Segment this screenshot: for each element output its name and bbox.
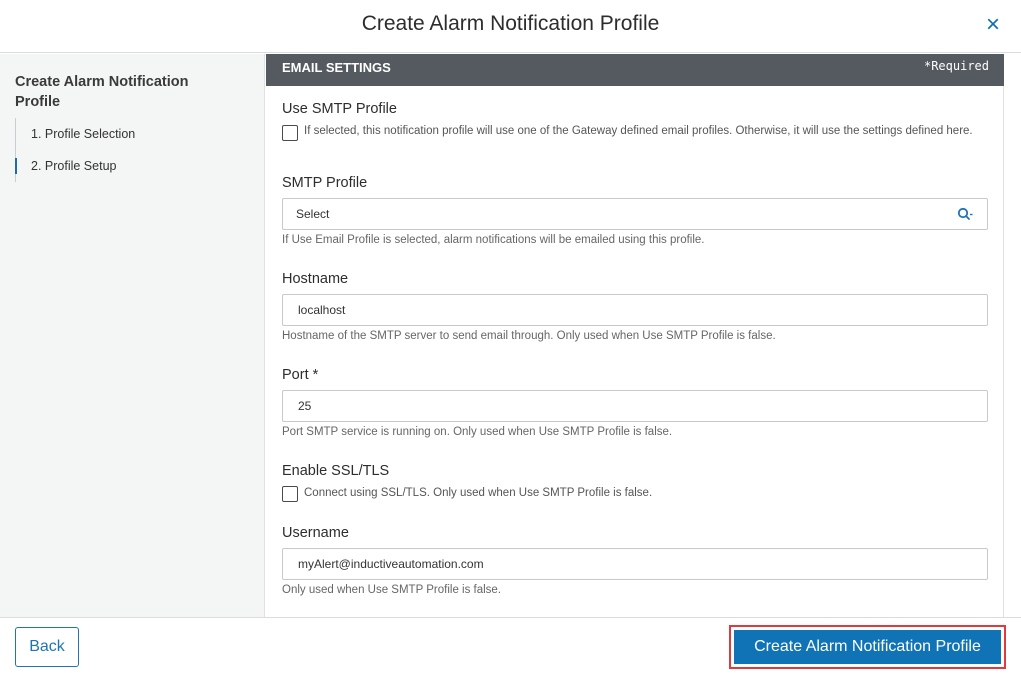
smtp-profile-value: Select: [296, 207, 330, 221]
username-input[interactable]: myAlert@inductiveautomation.com: [282, 548, 988, 580]
port-input[interactable]: 25: [282, 390, 988, 422]
search-icon[interactable]: [957, 207, 973, 221]
use-smtp-profile-label: Use SMTP Profile: [282, 101, 397, 117]
email-settings-form: Use SMTP Profile If selected, this notif…: [266, 86, 1004, 617]
port-label: Port *: [282, 367, 319, 383]
modal-footer: Back Create Alarm Notification Profile: [0, 617, 1021, 673]
smtp-profile-select[interactable]: Select: [282, 198, 988, 230]
step-profile-setup[interactable]: 2. Profile Setup: [15, 150, 245, 182]
back-button[interactable]: Back: [15, 627, 79, 667]
enable-ssl-description: Connect using SSL/TLS. Only used when Us…: [304, 487, 653, 499]
username-label: Username: [282, 525, 349, 541]
hostname-label: Hostname: [282, 271, 349, 287]
enable-ssl-checkbox[interactable]: [282, 486, 298, 502]
sidebar-title: Create Alarm Notification Profile: [15, 74, 189, 110]
step-profile-selection[interactable]: 1. Profile Selection: [16, 118, 245, 150]
use-smtp-profile-description: If selected, this notification profile w…: [304, 125, 973, 137]
smtp-profile-label: SMTP Profile: [282, 175, 368, 191]
port-help: Port SMTP service is running on. Only us…: [282, 426, 673, 438]
hostname-help: Hostname of the SMTP server to send emai…: [282, 330, 776, 342]
section-title: EMAIL SETTINGS: [282, 60, 391, 75]
use-smtp-profile-checkbox[interactable]: [282, 125, 298, 141]
create-button-highlight: Create Alarm Notification Profile: [729, 625, 1006, 669]
wizard-steps: 1. Profile Selection 2. Profile Setup: [15, 118, 245, 182]
enable-ssl-label: Enable SSL/TLS: [282, 463, 390, 479]
modal-header: Create Alarm Notification Profile ×: [0, 0, 1021, 53]
scrollbar-track[interactable]: [1004, 86, 1021, 617]
hostname-input[interactable]: localhost: [282, 294, 988, 326]
required-note: *Required: [923, 59, 989, 73]
wizard-sidebar: Create Alarm Notification Profile 1. Pro…: [0, 54, 265, 617]
section-header: EMAIL SETTINGS *Required: [266, 54, 1004, 86]
smtp-profile-help: If Use Email Profile is selected, alarm …: [282, 234, 705, 246]
modal-title: Create Alarm Notification Profile: [361, 12, 660, 35]
create-profile-button[interactable]: Create Alarm Notification Profile: [734, 630, 1001, 664]
close-icon[interactable]: ×: [981, 13, 1005, 38]
form-content: EMAIL SETTINGS *Required Use SMTP Profil…: [266, 54, 1021, 617]
username-help: Only used when Use SMTP Profile is false…: [282, 584, 502, 596]
